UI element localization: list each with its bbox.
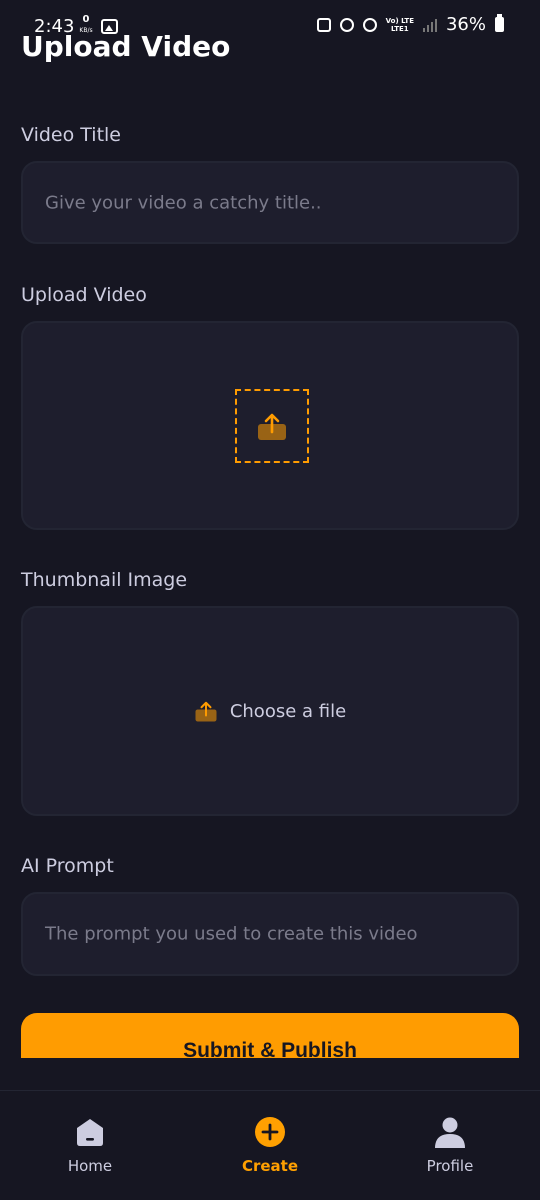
net-speed-value: 0: [82, 14, 90, 25]
thumbnail-dropzone[interactable]: Choose a file: [21, 606, 519, 816]
ai-prompt-label: AI Prompt: [21, 855, 114, 877]
tab-profile[interactable]: Profile: [360, 1091, 540, 1200]
plus-icon: [253, 1115, 287, 1149]
ai-prompt-placeholder: The prompt you used to create this video: [45, 923, 418, 945]
scroll-edge: [0, 1058, 540, 1090]
thumbnail-label: Thumbnail Image: [21, 569, 188, 591]
upload-icon: [195, 701, 217, 722]
status-icons: Vo) LTE LTE1 36%: [316, 14, 504, 35]
home-icon: [73, 1115, 107, 1149]
tab-home[interactable]: Home: [0, 1091, 180, 1200]
upload-icon: [258, 413, 286, 440]
upload-video-screen: 2:43 0 KB/s Vo) LTE LTE1 36% Upload Vide…: [0, 0, 540, 1200]
network-type: Vo) LTE LTE1: [386, 17, 414, 33]
tab-create-label: Create: [241, 1157, 299, 1175]
battery-percent: 36%: [445, 14, 486, 35]
choose-file-button[interactable]: Choose a file: [23, 699, 517, 723]
upload-video-label: Upload Video: [21, 284, 147, 306]
tab-home-label: Home: [67, 1157, 113, 1175]
network-type-top: Vo) LTE: [385, 16, 414, 25]
profile-icon: [433, 1115, 467, 1149]
video-title-label: Video Title: [21, 124, 121, 146]
bottom-tab-bar: Home Create Profile: [0, 1090, 540, 1200]
network-type-bottom: LTE1: [390, 24, 409, 33]
choose-file-label: Choose a file: [229, 700, 347, 722]
alarm-icon: [339, 17, 354, 32]
signal-icon: [422, 18, 437, 32]
video-title-input[interactable]: Give your video a catchy title..: [21, 161, 519, 244]
ai-prompt-input[interactable]: The prompt you used to create this video: [21, 892, 519, 976]
video-title-placeholder: Give your video a catchy title..: [45, 192, 322, 213]
battery-icon: [495, 14, 504, 32]
upload-video-dropzone[interactable]: [21, 321, 519, 530]
page-title: Upload Video: [21, 30, 231, 63]
tab-profile-label: Profile: [426, 1157, 474, 1175]
tab-create[interactable]: Create: [180, 1091, 360, 1200]
upload-video-frame[interactable]: [235, 389, 309, 463]
hotspot-icon: [362, 17, 377, 32]
security-icon: [316, 17, 331, 32]
